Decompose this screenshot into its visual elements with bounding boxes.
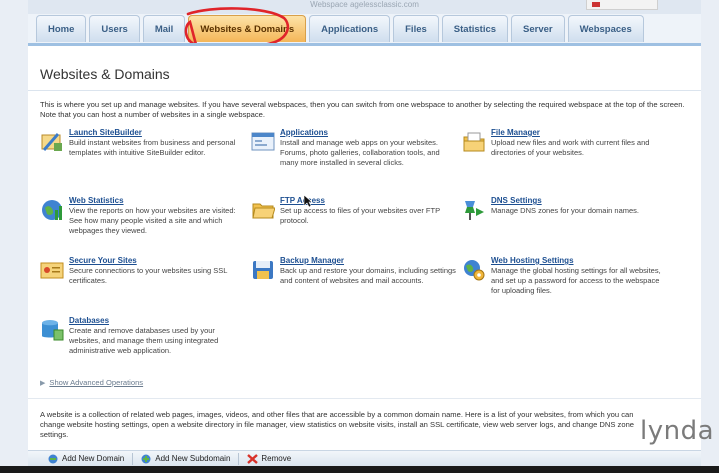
right-frame: [701, 0, 719, 473]
remove-label: Remove: [261, 454, 292, 463]
toolbar-separator: [238, 452, 240, 465]
left-frame: [0, 0, 28, 473]
tab-home[interactable]: Home: [36, 15, 87, 42]
toolbar-separator: [132, 452, 134, 465]
tab-webspaces[interactable]: Webspaces: [567, 15, 644, 42]
tab-applications[interactable]: Applications: [309, 15, 391, 42]
add-domain-icon: [48, 454, 58, 463]
ssl-certificate-icon: [40, 262, 64, 279]
remove-x-icon: [247, 453, 259, 464]
tool-description: Set up access to files of your websites …: [280, 206, 440, 225]
websites-toolbar: Add New Domain Add New Subdomain Remove: [28, 450, 701, 466]
dns-icon: [465, 201, 484, 220]
tool-name[interactable]: File Manager: [491, 128, 667, 138]
tool-name[interactable]: Applications: [280, 128, 456, 138]
intro-text: This is where you set up and manage webs…: [40, 100, 685, 119]
tool-description: Manage the global hosting settings for a…: [491, 266, 661, 295]
file-manager-icon: [463, 132, 485, 152]
main-tabs: Home Users Mail Websites & Domains Appli…: [36, 15, 644, 43]
tool-description: Build instant websites from business and…: [69, 138, 236, 157]
web-statistics-icon: [42, 200, 62, 220]
flag-icon: [592, 2, 600, 7]
video-player-bar: [0, 466, 719, 473]
hosting-settings-icon: [464, 260, 485, 281]
websites-description: A website is a collection of related web…: [40, 410, 635, 439]
lynda-watermark: lynda: [640, 416, 715, 446]
backup-icon: [253, 261, 273, 279]
show-advanced-operations[interactable]: ▶ Show Advanced Operations: [40, 378, 143, 387]
tools-grid: Launch SiteBuilder Build instant website…: [40, 128, 680, 368]
tab-mail[interactable]: Mail: [142, 15, 186, 42]
content-panel: Websites & Domains This is where you set…: [28, 43, 701, 466]
section-divider: [28, 398, 701, 399]
tool-description: Manage DNS zones for your domain names.: [491, 206, 639, 215]
tool-description: Install and manage web apps on your webs…: [280, 138, 440, 167]
tool-description: Secure connections to your websites usin…: [69, 266, 228, 285]
add-new-domain-button[interactable]: Add New Domain: [44, 454, 128, 464]
triangle-right-icon: ▶: [40, 380, 46, 387]
tab-statistics[interactable]: Statistics: [441, 15, 509, 42]
remove-button[interactable]: Remove: [243, 453, 295, 464]
add-subdomain-icon: [141, 454, 151, 463]
add-new-domain-label: Add New Domain: [62, 454, 125, 463]
add-new-subdomain-label: Add New Subdomain: [155, 454, 231, 463]
add-new-subdomain-button[interactable]: Add New Subdomain: [137, 454, 234, 464]
page-title: Websites & Domains: [40, 66, 170, 82]
tab-users[interactable]: Users: [89, 15, 140, 42]
applications-icon: [251, 132, 275, 151]
language-selector[interactable]: [586, 0, 658, 10]
tool-name[interactable]: DNS Settings: [491, 196, 667, 206]
tool-name[interactable]: Secure Your Sites: [69, 256, 245, 266]
tool-description: Upload new files and work with current f…: [491, 138, 650, 157]
ftp-folder-icon: [252, 203, 275, 219]
advanced-label: Show Advanced Operations: [49, 378, 144, 387]
tool-name[interactable]: Backup Manager: [280, 256, 456, 266]
title-divider: [28, 90, 701, 91]
tool-description: Back up and restore your domains, includ…: [280, 266, 456, 285]
tool-name[interactable]: Web Statistics: [69, 196, 245, 206]
tool-name[interactable]: Launch SiteBuilder: [69, 128, 245, 138]
tool-description: Create and remove databases used by your…: [69, 326, 219, 355]
tool-name[interactable]: Web Hosting Settings: [491, 256, 667, 266]
tab-files[interactable]: Files: [393, 15, 439, 42]
tool-name[interactable]: Databases: [69, 316, 245, 326]
mouse-cursor-icon: [303, 194, 313, 208]
databases-icon: [42, 320, 64, 341]
tool-description: View the reports on how your websites ar…: [69, 206, 236, 235]
tab-server[interactable]: Server: [511, 15, 565, 42]
sitebuilder-icon: [41, 133, 62, 151]
